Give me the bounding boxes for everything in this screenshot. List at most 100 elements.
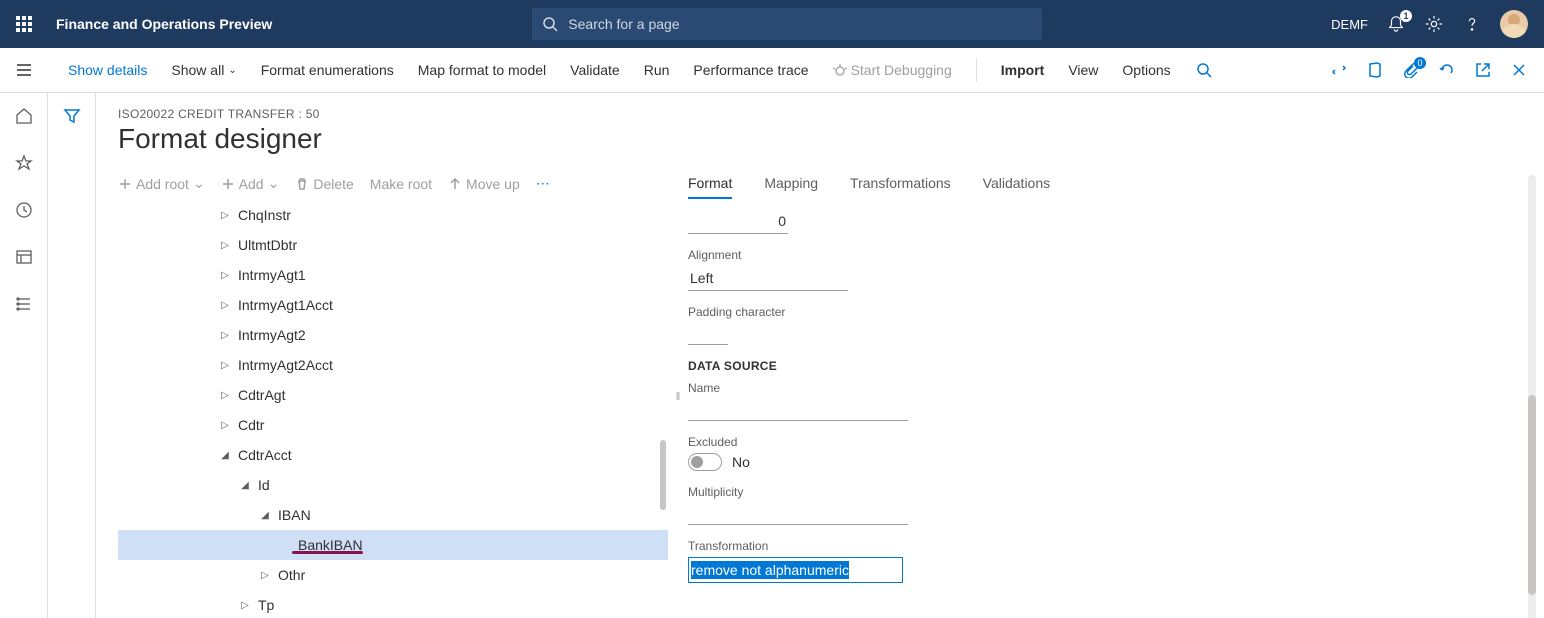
show-details-button[interactable]: Show details bbox=[68, 62, 147, 78]
avatar[interactable] bbox=[1500, 10, 1528, 38]
tree-node-othr[interactable]: ▷Othr bbox=[118, 560, 668, 590]
tree-node-intrmyagt2[interactable]: ▷IntrmyAgt2 bbox=[118, 320, 668, 350]
gear-icon[interactable] bbox=[1424, 14, 1444, 34]
chevron-icon[interactable]: ▷ bbox=[218, 390, 232, 401]
name-field[interactable] bbox=[688, 399, 908, 421]
tab-transformations[interactable]: Transformations bbox=[850, 175, 951, 199]
chevron-icon[interactable]: ◢ bbox=[218, 450, 232, 461]
tree-node-label: Tp bbox=[252, 597, 274, 613]
chevron-icon[interactable]: ◢ bbox=[258, 510, 272, 521]
import-button[interactable]: Import bbox=[1001, 62, 1045, 78]
bell-icon[interactable]: 1 bbox=[1386, 14, 1406, 34]
main-scrollbar[interactable] bbox=[1528, 175, 1536, 618]
delete-button[interactable]: Delete bbox=[295, 176, 353, 192]
add-root-button[interactable]: Add root ⌄ bbox=[118, 175, 205, 192]
multiplicity-label: Multiplicity bbox=[688, 485, 1504, 499]
tree-node-label: Id bbox=[252, 477, 270, 493]
tree-node-label: CdtrAgt bbox=[232, 387, 285, 403]
excluded-value: No bbox=[732, 454, 750, 470]
data-source-heading: DATA SOURCE bbox=[688, 359, 1504, 373]
chevron-icon[interactable]: ▷ bbox=[218, 210, 232, 221]
format-enum-button[interactable]: Format enumerations bbox=[261, 62, 394, 78]
office-icon[interactable] bbox=[1366, 61, 1384, 79]
tree-node-label: IntrmyAgt1 bbox=[232, 267, 306, 283]
tree-scrollbar[interactable] bbox=[660, 440, 666, 510]
excluded-toggle[interactable] bbox=[688, 453, 722, 471]
tree-node-id[interactable]: ◢Id bbox=[118, 470, 668, 500]
chevron-icon[interactable]: ▷ bbox=[218, 360, 232, 371]
chevron-icon[interactable]: ▷ bbox=[218, 330, 232, 341]
splitter-handle[interactable]: ‖ bbox=[668, 175, 688, 618]
chevron-icon[interactable]: ▷ bbox=[218, 420, 232, 431]
map-format-button[interactable]: Map format to model bbox=[418, 62, 546, 78]
tree-node-iban[interactable]: ◢IBAN bbox=[118, 500, 668, 530]
chevron-icon[interactable]: ▷ bbox=[238, 600, 252, 611]
transformation-field[interactable]: remove not alphanumeric bbox=[688, 557, 903, 583]
chevron-icon[interactable]: ◢ bbox=[238, 480, 252, 491]
tree-node-label: IntrmyAgt2Acct bbox=[232, 357, 333, 373]
show-all-button[interactable]: Show all ⌄ bbox=[171, 62, 236, 78]
modules-icon[interactable] bbox=[15, 295, 33, 316]
make-root-button[interactable]: Make root bbox=[370, 176, 432, 192]
tab-format[interactable]: Format bbox=[688, 175, 732, 199]
tree-node-intrmyagt2acct[interactable]: ▷IntrmyAgt2Acct bbox=[118, 350, 668, 380]
move-up-button[interactable]: Move up bbox=[448, 176, 520, 192]
clock-icon[interactable] bbox=[15, 201, 33, 222]
tree-node-chqinstr[interactable]: ▷ChqInstr bbox=[118, 200, 668, 230]
waffle-icon[interactable] bbox=[0, 16, 48, 32]
view-button[interactable]: View bbox=[1068, 62, 1098, 78]
hamburger-icon[interactable] bbox=[0, 61, 48, 79]
chevron-icon[interactable]: ▷ bbox=[218, 300, 232, 311]
tree-node-bankiban[interactable]: BankIBAN bbox=[118, 530, 668, 560]
popout-icon[interactable] bbox=[1474, 61, 1492, 79]
help-icon[interactable] bbox=[1462, 14, 1482, 34]
attach-icon[interactable]: 0 bbox=[1402, 61, 1420, 79]
tree-node-intrmyagt1[interactable]: ▷IntrmyAgt1 bbox=[118, 260, 668, 290]
run-button[interactable]: Run bbox=[644, 62, 670, 78]
multiplicity-field[interactable] bbox=[688, 503, 908, 525]
tree-node-cdtr[interactable]: ▷Cdtr bbox=[118, 410, 668, 440]
tree-node-label: IBAN bbox=[272, 507, 311, 523]
left-rail bbox=[0, 93, 48, 618]
alignment-field[interactable]: Left bbox=[688, 266, 848, 291]
close-icon[interactable] bbox=[1510, 61, 1528, 79]
tab-validations[interactable]: Validations bbox=[983, 175, 1050, 199]
options-button[interactable]: Options bbox=[1122, 62, 1170, 78]
chevron-icon[interactable]: ▷ bbox=[258, 570, 272, 581]
search-input[interactable]: Search for a page bbox=[532, 8, 1042, 40]
tab-mapping[interactable]: Mapping bbox=[764, 175, 818, 199]
star-icon[interactable] bbox=[15, 154, 33, 175]
padding-field[interactable] bbox=[688, 323, 728, 345]
add-button[interactable]: Add ⌄ bbox=[221, 175, 280, 192]
start-debug-button[interactable]: Start Debugging bbox=[833, 62, 952, 78]
tree-node-tp[interactable]: ▷Tp bbox=[118, 590, 668, 618]
tree-node-cdtracct[interactable]: ◢CdtrAcct bbox=[118, 440, 668, 470]
validate-button[interactable]: Validate bbox=[570, 62, 620, 78]
workspace-icon[interactable] bbox=[15, 248, 33, 269]
tree-node-label: CdtrAcct bbox=[232, 447, 292, 463]
format-tree[interactable]: ▷ChqInstr▷UltmtDbtr▷IntrmyAgt1▷IntrmyAgt… bbox=[118, 200, 668, 618]
name-label: Name bbox=[688, 381, 1504, 395]
tree-node-intrmyagt1acct[interactable]: ▷IntrmyAgt1Acct bbox=[118, 290, 668, 320]
app-title: Finance and Operations Preview bbox=[48, 16, 272, 32]
tree-node-label: BankIBAN bbox=[292, 537, 363, 553]
more-icon[interactable]: ⋯ bbox=[536, 175, 550, 192]
company-label[interactable]: DEMF bbox=[1331, 17, 1368, 32]
chevron-icon[interactable]: ▷ bbox=[218, 240, 232, 251]
tree-node-label: IntrmyAgt2 bbox=[232, 327, 306, 343]
padding-label: Padding character bbox=[688, 305, 1504, 319]
filter-icon[interactable] bbox=[63, 107, 81, 618]
refresh-icon[interactable] bbox=[1438, 61, 1456, 79]
excluded-label: Excluded bbox=[688, 435, 1504, 449]
numeric-field[interactable]: 0 bbox=[688, 209, 788, 234]
tree-node-label: Othr bbox=[272, 567, 305, 583]
perf-trace-button[interactable]: Performance trace bbox=[693, 62, 808, 78]
tree-node-ultmtdbtr[interactable]: ▷UltmtDbtr bbox=[118, 230, 668, 260]
alignment-label: Alignment bbox=[688, 248, 1504, 262]
home-icon[interactable] bbox=[15, 107, 33, 128]
search-icon[interactable] bbox=[1195, 61, 1213, 79]
chevron-icon[interactable]: ▷ bbox=[218, 270, 232, 281]
tree-node-cdtragt[interactable]: ▷CdtrAgt bbox=[118, 380, 668, 410]
link-icon[interactable] bbox=[1330, 61, 1348, 79]
breadcrumb: ISO20022 CREDIT TRANSFER : 50 bbox=[118, 107, 1544, 121]
